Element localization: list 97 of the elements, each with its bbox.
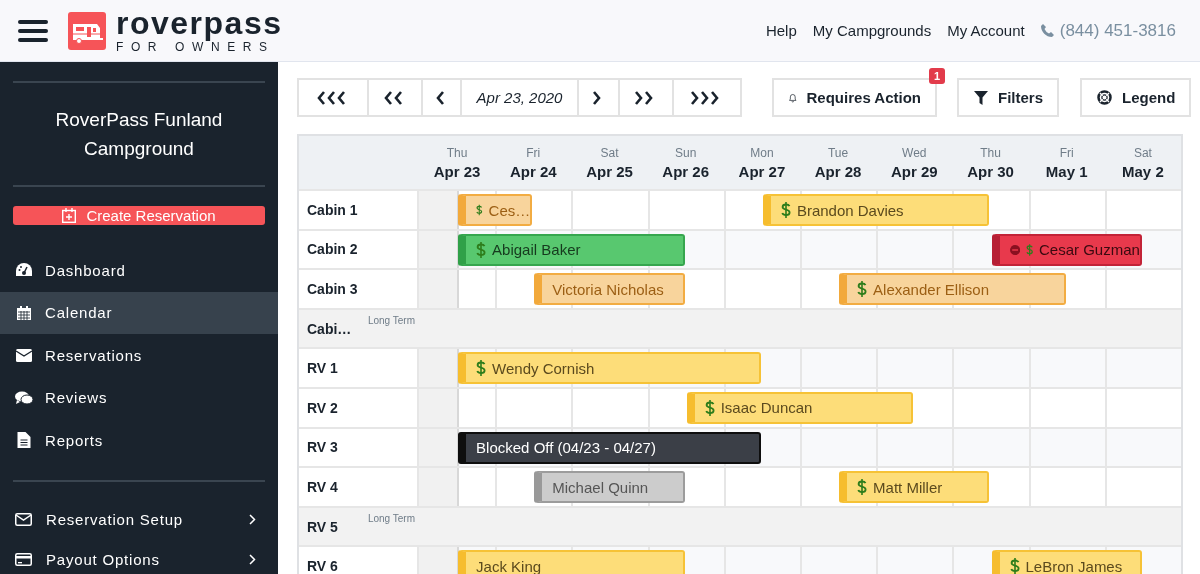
- calendar-plus-icon: [62, 208, 77, 223]
- date-label: Apr 28: [814, 162, 862, 180]
- guest-name: Isaac Duncan: [720, 399, 813, 417]
- envelope-icon: [15, 513, 32, 526]
- guest-name: Abigail Baker: [492, 241, 581, 259]
- reservation-bar[interactable]: Cesar Guzman: [991, 233, 1142, 266]
- reservation-bar[interactable]: Michael Quinn: [534, 471, 685, 504]
- date-label: Apr 27: [738, 162, 786, 180]
- date-label: Apr 30: [967, 162, 1014, 180]
- sidebar-item[interactable]: Dashboard: [0, 249, 278, 292]
- sidebar-item[interactable]: Reports: [0, 419, 278, 462]
- weekday-label: Thu: [980, 145, 1001, 160]
- site-name: RV 6: [307, 558, 338, 574]
- nav-link[interactable]: Help: [765, 22, 797, 39]
- guest-name: Blocked Off (04/23 - 04/27): [476, 439, 656, 457]
- dollar-icon: [1025, 241, 1033, 258]
- sidebar-item[interactable]: Reviews: [0, 376, 278, 419]
- guest-name: Matt Miller: [873, 478, 943, 496]
- chevron-right-icon: [249, 554, 256, 565]
- nav-link[interactable]: My Account: [947, 22, 1025, 39]
- weekday-label: Sun: [675, 145, 697, 160]
- sidebar-item[interactable]: Reservations: [0, 334, 278, 377]
- dollar-icon: [857, 281, 868, 298]
- weekday-label: Thu: [446, 145, 468, 160]
- phone-icon: [1040, 24, 1054, 37]
- reservation-bar[interactable]: Brandon Davies: [762, 194, 990, 226]
- guest-name: Ces…: [488, 201, 531, 219]
- weekday-label: Sat: [1133, 145, 1152, 160]
- blocked-period-bar[interactable]: Blocked Off (04/23 - 04/27): [458, 431, 761, 464]
- nav-link[interactable]: My Campgrounds: [812, 22, 932, 39]
- weekday-label: Sat: [600, 145, 619, 160]
- site-name: RV 1: [307, 360, 338, 377]
- site-name: Cabin 3: [307, 281, 358, 297]
- filter-icon: [974, 90, 988, 105]
- date-label: Apr 23: [433, 162, 481, 180]
- dollar-icon: [476, 241, 487, 258]
- sidebar-item[interactable]: Calendar: [0, 291, 278, 334]
- guest-name: LeBron James: [1025, 557, 1123, 574]
- reservation-bar[interactable]: Alexander Ellison: [839, 273, 1066, 306]
- weekday-label: Mon: [750, 145, 774, 160]
- site-name: RV 3: [307, 439, 338, 456]
- reservation-bar[interactable]: Ces…: [458, 194, 533, 226]
- site-name: Cabin 1: [307, 201, 358, 218]
- reservation-bar[interactable]: Jack King: [458, 550, 685, 574]
- sidebar-item[interactable]: Reservation Setup: [0, 499, 278, 540]
- dashboard-icon: [15, 262, 33, 279]
- date-label: May 1: [1045, 162, 1088, 180]
- guest-name: Michael Quinn: [552, 478, 649, 496]
- envelope-icon: [15, 348, 33, 362]
- reservation-bar[interactable]: Victoria Nicholas: [534, 273, 685, 306]
- sidebar-item[interactable]: Payout Options: [0, 539, 278, 574]
- site-name: Cabin 2: [307, 241, 358, 258]
- guest-name: Wendy Cornish: [492, 359, 595, 377]
- notification-badge: 1: [928, 68, 945, 84]
- guest-name: Cesar Guzman: [1039, 241, 1140, 259]
- dollar-icon: [1009, 558, 1020, 574]
- legend-button[interactable]: Legend: [1080, 78, 1192, 117]
- date-label: Apr 26: [662, 162, 710, 180]
- guest-name: Alexander Ellison: [873, 280, 989, 298]
- chat-bubbles-icon: [15, 390, 33, 405]
- site-name: Cabi…: [307, 320, 352, 337]
- reservation-bar[interactable]: Wendy Cornish: [458, 352, 761, 385]
- dollar-icon: [476, 360, 487, 377]
- date-label: Apr 24: [509, 162, 557, 180]
- dollar-icon: [704, 399, 715, 416]
- site-name: RV 2: [307, 399, 338, 416]
- long-term-tag: Long Term: [367, 314, 415, 326]
- document-icon: [15, 432, 33, 449]
- reservation-bar[interactable]: LeBron James: [991, 550, 1142, 574]
- site-name: RV 5: [307, 518, 338, 535]
- site-name: RV 4: [307, 478, 338, 495]
- guest-name: Brandon Davies: [796, 201, 904, 219]
- campground-name: RoverPass Funland Campground: [54, 108, 224, 161]
- dollar-icon: [780, 202, 791, 218]
- guest-name: Jack King: [476, 557, 542, 574]
- weekday-label: Wed: [902, 145, 927, 160]
- weekday-label: Fri: [1059, 145, 1074, 160]
- minus-circle-icon: [1009, 242, 1020, 257]
- dollar-icon: [476, 202, 483, 218]
- reservation-bar[interactable]: Abigail Baker: [458, 233, 685, 266]
- weekday-label: Tue: [827, 145, 849, 160]
- calendar-icon: [15, 304, 33, 321]
- menu-icon[interactable]: [18, 18, 48, 43]
- guest-name: Victoria Nicholas: [552, 280, 664, 298]
- long-term-tag: Long Term: [367, 512, 415, 524]
- chevron-right-icon: [249, 514, 256, 525]
- reservation-bar[interactable]: Isaac Duncan: [686, 391, 914, 424]
- date-label: May 2: [1122, 162, 1164, 180]
- life-ring-icon: [1097, 90, 1112, 105]
- date-label: Apr 25: [586, 162, 633, 180]
- dollar-icon: [857, 479, 868, 496]
- filters-button[interactable]: Filters: [957, 78, 1059, 117]
- camper-trailer-logo-icon[interactable]: [68, 11, 106, 50]
- date-label: Apr 29: [890, 162, 938, 180]
- credit-card-icon: [15, 553, 32, 566]
- weekday-label: Fri: [526, 145, 541, 160]
- reservation-bar[interactable]: Matt Miller: [839, 471, 990, 504]
